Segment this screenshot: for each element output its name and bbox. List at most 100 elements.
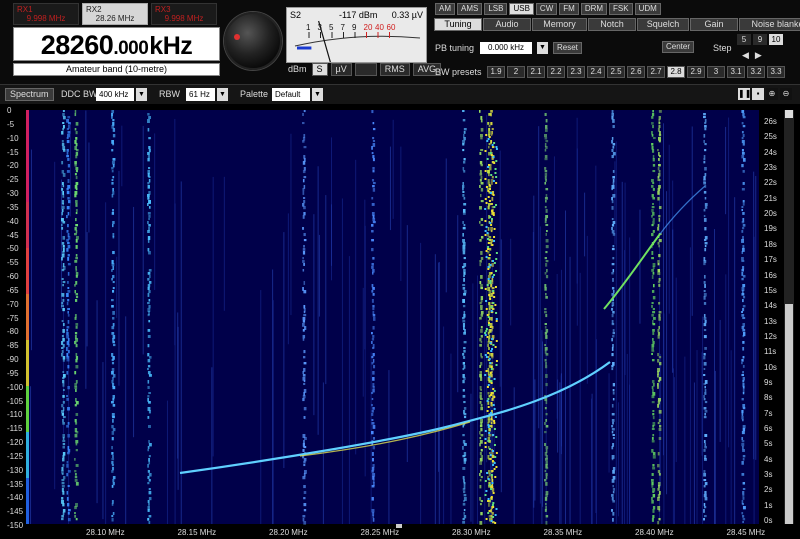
carrier-segment bbox=[75, 209, 78, 212]
carrier-segment bbox=[703, 302, 707, 305]
bw-preset-2-7-button[interactable]: 2.7 bbox=[647, 66, 665, 78]
bw-preset-2-8-button[interactable]: 2.8 bbox=[667, 66, 685, 78]
ddc-bw-select[interactable]: 400 kHz bbox=[96, 88, 134, 101]
db-tick-label: -55 bbox=[7, 258, 19, 268]
rx1-tab[interactable]: RX1 9.998 MHz bbox=[13, 3, 79, 25]
zoom-out-icon[interactable]: ⊖ bbox=[780, 88, 792, 100]
step-right-icon[interactable]: ▶ bbox=[755, 50, 762, 61]
carrier-dot bbox=[486, 158, 489, 160]
mode-usb-button[interactable]: USB bbox=[509, 3, 534, 15]
spectrum-button[interactable]: Spectrum bbox=[5, 88, 54, 101]
bw-preset-2-1-button[interactable]: 2.1 bbox=[527, 66, 545, 78]
tab-gain[interactable]: Gain bbox=[690, 18, 738, 31]
carrier-segment bbox=[704, 167, 707, 171]
step-left-icon[interactable]: ◀ bbox=[742, 50, 749, 61]
carrier-segment bbox=[658, 185, 661, 189]
waterfall-canvas[interactable] bbox=[0, 104, 800, 539]
mode-ams-button[interactable]: AMS bbox=[457, 3, 483, 15]
mode-fm-button[interactable]: FM bbox=[559, 3, 579, 15]
db-tick-label: -85 bbox=[7, 341, 19, 351]
carrier-segment bbox=[67, 518, 71, 522]
carrier-segment bbox=[66, 149, 69, 152]
signal-trace bbox=[491, 264, 493, 504]
reset-button[interactable]: Reset bbox=[553, 42, 582, 54]
frequency-display[interactable]: 28260.000 kHz bbox=[13, 27, 220, 61]
bw-preset-2-4-button[interactable]: 2.4 bbox=[587, 66, 605, 78]
carrier-dot bbox=[493, 240, 496, 242]
ddc-bw-dropdown-icon[interactable]: ▼ bbox=[136, 88, 147, 101]
tab-audio[interactable]: Audio bbox=[483, 18, 531, 31]
mode-drm-button[interactable]: DRM bbox=[580, 3, 608, 15]
bw-preset-3-3-button[interactable]: 3.3 bbox=[767, 66, 785, 78]
tab-noise-blanker[interactable]: Noise blanker bbox=[739, 18, 800, 31]
mode-lsb-button[interactable]: LSB bbox=[484, 3, 508, 15]
carrier-segment bbox=[612, 146, 615, 149]
carrier-segment bbox=[66, 152, 69, 155]
rms-button[interactable]: RMS bbox=[379, 63, 410, 76]
carrier-segment bbox=[544, 332, 548, 335]
signal-trace bbox=[118, 170, 120, 386]
carrier-segment bbox=[112, 479, 115, 483]
bw-preset-3-1-button[interactable]: 3.1 bbox=[727, 66, 745, 78]
carrier-segment bbox=[74, 164, 77, 167]
bw-preset-2-button[interactable]: 2 bbox=[507, 66, 525, 78]
carrier-segment bbox=[488, 302, 491, 306]
step-10-button[interactable]: 10 bbox=[769, 34, 783, 45]
mode-udm-button[interactable]: UDM bbox=[634, 3, 661, 15]
carrier-segment bbox=[545, 230, 548, 233]
bw-preset-1-9-button[interactable]: 1.9 bbox=[487, 66, 505, 78]
bw-preset-2-3-button[interactable]: 2.3 bbox=[567, 66, 585, 78]
tab-tuning[interactable]: Tuning bbox=[434, 18, 482, 31]
pb-tuning-dropdown-icon[interactable]: ▼ bbox=[537, 42, 548, 54]
mode-am-button[interactable]: AM bbox=[435, 3, 455, 15]
carrier-segment bbox=[657, 452, 660, 456]
zoom-in-icon[interactable]: ⊕ bbox=[766, 88, 778, 100]
tuning-knob[interactable] bbox=[224, 12, 282, 70]
step-5-button[interactable]: 5 bbox=[737, 34, 751, 45]
pb-tuning-input[interactable]: 0.000 kHz bbox=[480, 42, 532, 54]
bw-preset-2-9-button[interactable]: 2.9 bbox=[687, 66, 705, 78]
rx3-tab[interactable]: RX3 9.998 MHz bbox=[151, 3, 217, 25]
db-tick-label: 0 bbox=[7, 106, 12, 115]
step-9-button[interactable]: 9 bbox=[753, 34, 767, 45]
save-icon[interactable]: ▪ bbox=[752, 88, 764, 100]
rx2-tab[interactable]: RX2 28.26 MHz bbox=[82, 3, 148, 25]
carrier-segment bbox=[657, 398, 661, 402]
uv-unit-button[interactable]: µV bbox=[330, 63, 352, 76]
carrier-segment bbox=[462, 188, 464, 191]
bw-preset-2-5-button[interactable]: 2.5 bbox=[607, 66, 625, 78]
center-button[interactable]: Center bbox=[662, 41, 695, 53]
signal-trace bbox=[445, 158, 447, 293]
carrier-segment bbox=[612, 311, 615, 314]
carrier-segment bbox=[147, 509, 150, 512]
carrier-dot bbox=[485, 330, 488, 332]
unit-blank-button[interactable] bbox=[354, 63, 377, 76]
signal-trace bbox=[434, 254, 436, 524]
bw-preset-3-2-button[interactable]: 3.2 bbox=[747, 66, 765, 78]
bw-preset-2-6-button[interactable]: 2.6 bbox=[627, 66, 645, 78]
time-tick-label: 26s bbox=[764, 117, 777, 126]
tab-squelch[interactable]: Squelch bbox=[637, 18, 689, 31]
carrier-segment bbox=[490, 239, 494, 243]
carrier-segment bbox=[479, 152, 482, 155]
carrier-segment bbox=[480, 236, 484, 239]
signal-trace bbox=[142, 125, 144, 355]
pause-icon[interactable]: ❚❚ bbox=[738, 88, 751, 100]
rbw-select[interactable]: 61 Hz bbox=[186, 88, 215, 101]
s-unit-button[interactable]: S bbox=[311, 63, 328, 76]
waterfall-display[interactable]: 0 -5 -10 -15 -20 -25 -30 -35 -40 -45 -50 -55 -60 -65-… bbox=[0, 104, 800, 539]
carrier-segment bbox=[480, 434, 484, 437]
mode-cw-button[interactable]: CW bbox=[535, 3, 558, 15]
mode-fsk-button[interactable]: FSK bbox=[609, 3, 633, 15]
carrier-dot bbox=[492, 404, 495, 406]
palette-select[interactable]: Default bbox=[272, 88, 310, 101]
rbw-dropdown-icon[interactable]: ▼ bbox=[217, 88, 228, 101]
tab-memory[interactable]: Memory bbox=[532, 18, 587, 31]
carrier-segment bbox=[62, 443, 66, 446]
bw-preset-3-button[interactable]: 3 bbox=[707, 66, 725, 78]
bw-preset-2-2-button[interactable]: 2.2 bbox=[547, 66, 565, 78]
palette-dropdown-icon[interactable]: ▼ bbox=[312, 88, 323, 101]
db-tick-label: -95 bbox=[7, 368, 19, 378]
tab-notch[interactable]: Notch bbox=[588, 18, 636, 31]
carrier-segment bbox=[612, 290, 615, 293]
